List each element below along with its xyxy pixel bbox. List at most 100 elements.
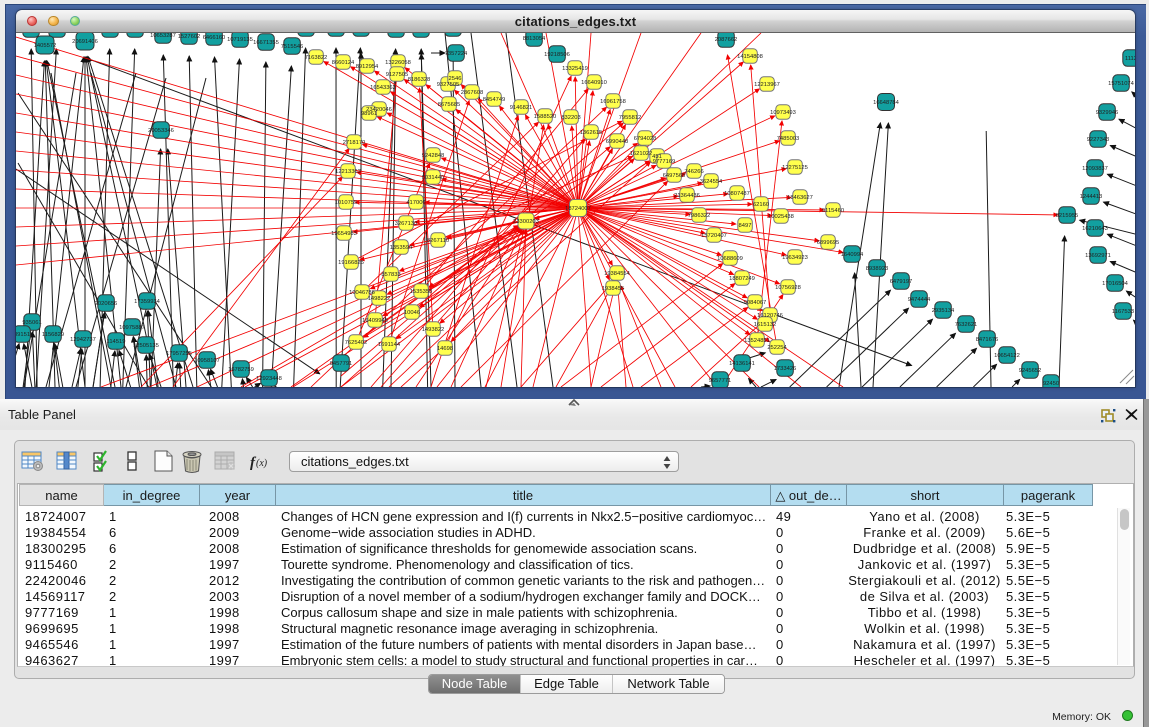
svg-text:1535358: 1535358 — [410, 289, 433, 295]
svg-text:9327505: 9327505 — [437, 82, 460, 88]
svg-text:252254: 252254 — [767, 345, 787, 351]
svg-text:1244413: 1244413 — [1080, 194, 1103, 200]
svg-text:8186328: 8186328 — [408, 77, 431, 83]
svg-text:8938923: 8938923 — [866, 266, 889, 272]
svg-text:10654122: 10654122 — [994, 353, 1020, 359]
svg-text:2020656: 2020656 — [95, 301, 118, 307]
svg-text:19634923: 19634923 — [782, 255, 808, 261]
svg-text:14154808: 14154808 — [737, 54, 763, 60]
svg-text:7632621: 7632621 — [955, 322, 978, 328]
svg-text:98961: 98961 — [361, 111, 377, 117]
svg-text:935061: 935061 — [22, 320, 41, 326]
svg-text:(x): (x) — [256, 458, 268, 469]
svg-text:19654983: 19654983 — [331, 231, 357, 237]
svg-text:114519: 114519 — [107, 339, 126, 345]
svg-text:1527602: 1527602 — [178, 34, 201, 40]
svg-text:8031440: 8031440 — [422, 175, 445, 181]
svg-text:16640910: 16640910 — [581, 80, 607, 86]
svg-text:857833: 857833 — [381, 272, 400, 278]
svg-text:1615132: 1615132 — [754, 322, 777, 328]
svg-text:18463627: 18463627 — [787, 195, 813, 201]
svg-text:9245652: 9245652 — [1019, 368, 1042, 374]
svg-text:9115460: 9115460 — [822, 208, 844, 214]
svg-text:7625402: 7625402 — [345, 340, 368, 346]
svg-text:20691406: 20691406 — [72, 39, 98, 45]
svg-text:746266: 746266 — [684, 169, 703, 175]
svg-text:3267130: 3267130 — [395, 221, 418, 227]
svg-text:6794028: 6794028 — [634, 136, 657, 142]
svg-text:1112: 1112 — [1125, 56, 1135, 62]
svg-text:7986322: 7986322 — [688, 213, 711, 219]
svg-text:1588520: 1588520 — [534, 114, 557, 120]
svg-text:6479197: 6479197 — [890, 279, 913, 285]
svg-text:23300203: 23300203 — [513, 219, 539, 225]
svg-text:10756928: 10756928 — [775, 285, 801, 291]
svg-text:10688609: 10688609 — [717, 256, 743, 262]
svg-text:13325419: 13325419 — [562, 66, 588, 72]
svg-text:19218506: 19218506 — [544, 52, 570, 58]
svg-text:16671355: 16671355 — [253, 40, 279, 46]
svg-text:16961758: 16961758 — [600, 99, 626, 105]
svg-text:16543362: 16543362 — [370, 85, 396, 91]
svg-text:16210643: 16210643 — [1082, 226, 1108, 232]
svg-text:16648784: 16648784 — [873, 100, 900, 106]
svg-text:15720407: 15720407 — [701, 233, 727, 239]
svg-text:10807487: 10807487 — [724, 191, 750, 197]
svg-text:1621022: 1621022 — [630, 151, 653, 157]
svg-text:3624554: 3624554 — [700, 179, 723, 185]
svg-text:8267110: 8267110 — [427, 238, 449, 244]
svg-text:7515546: 7515546 — [281, 44, 304, 50]
svg-text:12942737: 12942737 — [70, 337, 96, 343]
svg-text:1167533: 1167533 — [1112, 309, 1134, 315]
svg-text:10975887: 10975887 — [119, 325, 145, 331]
svg-text:2087662: 2087662 — [715, 37, 738, 43]
svg-text:8813054: 8813054 — [523, 36, 546, 42]
svg-text:8675685: 8675685 — [438, 102, 461, 108]
svg-text:12505135: 12505135 — [133, 343, 159, 349]
svg-text:9227343: 9227343 — [1087, 137, 1110, 143]
svg-text:92450: 92450 — [1043, 381, 1059, 387]
svg-text:10046: 10046 — [404, 310, 420, 316]
svg-text:14136141: 14136141 — [729, 361, 755, 367]
svg-text:1010755: 1010755 — [335, 200, 358, 206]
svg-text:6899695: 6899695 — [817, 240, 840, 246]
svg-text:10025438: 10025438 — [768, 214, 794, 220]
svg-text:1405572: 1405572 — [34, 43, 57, 49]
svg-text:9657771: 9657771 — [709, 378, 732, 384]
svg-text:9457791: 9457791 — [330, 361, 353, 367]
svg-text:10653287: 10653287 — [150, 33, 176, 39]
svg-text:9242848: 9242848 — [422, 153, 445, 159]
svg-text:1493822: 1493822 — [422, 327, 445, 333]
svg-text:2546: 2546 — [449, 76, 462, 82]
svg-text:7163822: 7163822 — [305, 55, 328, 61]
svg-text:17957255: 17957255 — [166, 351, 192, 357]
svg-text:18807249: 18807249 — [729, 276, 755, 282]
svg-text:9474444: 9474444 — [908, 297, 931, 303]
svg-text:17359934: 17359934 — [134, 299, 161, 305]
svg-text:8912954: 8912954 — [356, 64, 379, 70]
svg-text:19384554: 19384554 — [604, 271, 631, 277]
svg-text:9084067: 9084067 — [744, 300, 767, 306]
svg-text:8471676: 8471676 — [976, 337, 999, 343]
svg-text:9777169: 9777169 — [653, 159, 676, 165]
svg-text:12213967: 12213967 — [754, 82, 780, 88]
svg-text:417006: 417006 — [406, 200, 425, 206]
svg-text:9127505: 9127505 — [386, 72, 409, 78]
svg-text:6466160: 6466160 — [203, 35, 226, 41]
svg-text:2867608: 2867608 — [461, 90, 484, 96]
svg-text:1691144: 1691144 — [378, 342, 401, 348]
svg-text:1498222: 1498222 — [368, 296, 391, 302]
svg-text:12923448: 12923448 — [256, 376, 282, 382]
svg-text:10958107: 10958107 — [194, 358, 220, 364]
svg-text:12275125: 12275125 — [782, 165, 808, 171]
svg-text:8454749: 8454749 — [483, 97, 506, 103]
svg-text:39151: 39151 — [16, 332, 30, 338]
svg-text:8497: 8497 — [739, 223, 752, 229]
svg-text:13226058: 13226058 — [385, 60, 411, 66]
svg-text:10973493: 10973493 — [770, 110, 796, 116]
svg-text:1156829: 1156829 — [42, 332, 64, 338]
svg-text:20053346: 20053346 — [148, 128, 174, 134]
svg-text:6497568: 6497568 — [663, 173, 686, 179]
svg-text:7357224: 7357224 — [445, 51, 468, 57]
svg-text:14698: 14698 — [437, 346, 453, 352]
